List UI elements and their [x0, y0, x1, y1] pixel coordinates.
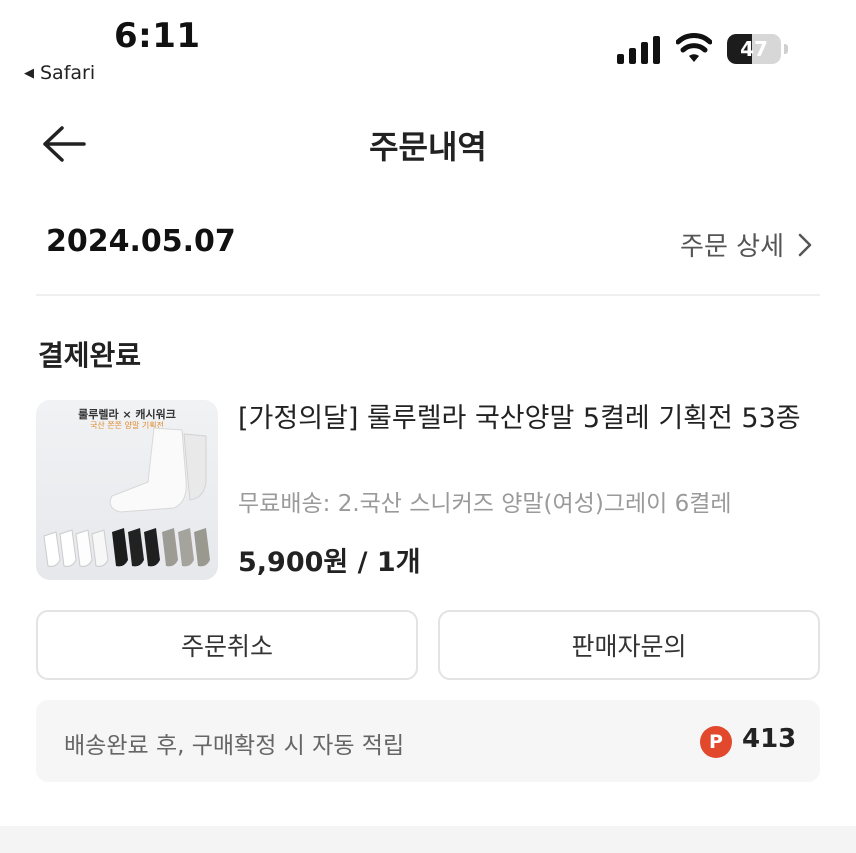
battery-percent: 47	[740, 37, 768, 61]
points-value: 413	[742, 724, 797, 754]
seller-inquiry-button[interactable]: 판매자문의	[438, 610, 820, 680]
product-name[interactable]: [가정의달] 룰루렐라 국산양말 5켤레 기획전 53종	[238, 398, 818, 440]
section-divider	[36, 294, 820, 296]
product-thumbnail[interactable]: 룰루렐라 × 캐시워크 국산 쫀쫀 양말 기획전	[36, 400, 218, 580]
back-app-label: Safari	[40, 62, 96, 84]
status-time: 6:11	[114, 16, 201, 56]
cancel-order-button[interactable]: 주문취소	[36, 610, 418, 680]
order-detail-link[interactable]: 주문 상세	[680, 226, 812, 263]
battery-icon: 47	[727, 34, 789, 64]
chevron-right-icon	[798, 233, 812, 256]
back-triangle-icon: ◀	[24, 65, 34, 81]
point-badge-icon: P	[700, 726, 732, 758]
page-title: 주문내역	[369, 128, 487, 166]
back-to-app-link[interactable]: ◀ Safari	[24, 62, 95, 84]
cellular-signal-icon	[617, 36, 660, 64]
section-separator	[0, 826, 856, 853]
order-detail-label: 주문 상세	[680, 232, 784, 262]
points-info-text: 배송완료 후, 구매확정 시 자동 적립	[64, 733, 405, 759]
product-price: 5,900원 / 1개	[238, 547, 421, 578]
sock-image	[43, 427, 210, 567]
order-status: 결제완료	[38, 339, 142, 372]
product-option: 무료배송: 2.국산 스니커즈 양말(여성)그레이 6켤레	[238, 491, 732, 517]
wifi-icon	[676, 33, 712, 62]
order-date: 2024.05.07	[46, 224, 236, 259]
